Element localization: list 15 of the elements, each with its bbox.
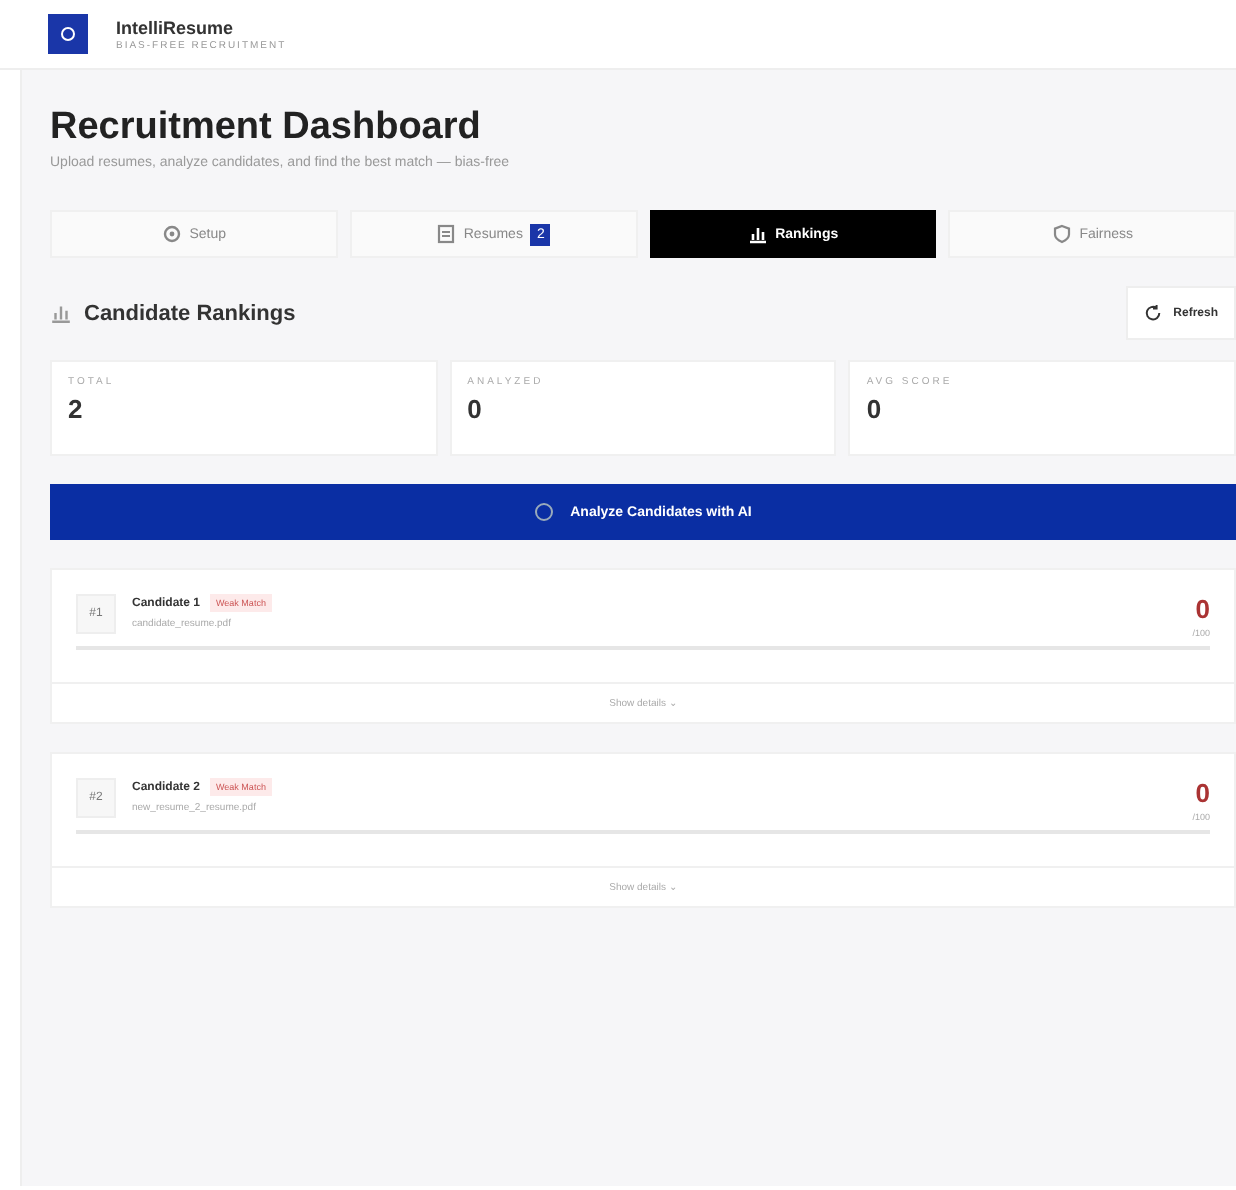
gear-icon [161, 224, 182, 244]
stat-value: 0 [467, 394, 484, 424]
stat-value: 2 [68, 394, 85, 424]
logo-icon [48, 14, 88, 54]
page-title: Recruitment Dashboard [50, 106, 483, 150]
score-value: 0 [1195, 778, 1210, 808]
stat-value: 0 [866, 394, 884, 424]
score-value: 0 [1195, 594, 1210, 624]
shield-icon [1051, 224, 1072, 244]
section-title: Candidate Rankings [84, 301, 296, 325]
refresh-icon [1143, 304, 1162, 322]
document-icon [435, 224, 456, 244]
brand-name: IntelliResume [116, 17, 236, 37]
bar-chart-icon [747, 224, 768, 244]
bar-chart-icon [50, 302, 72, 324]
